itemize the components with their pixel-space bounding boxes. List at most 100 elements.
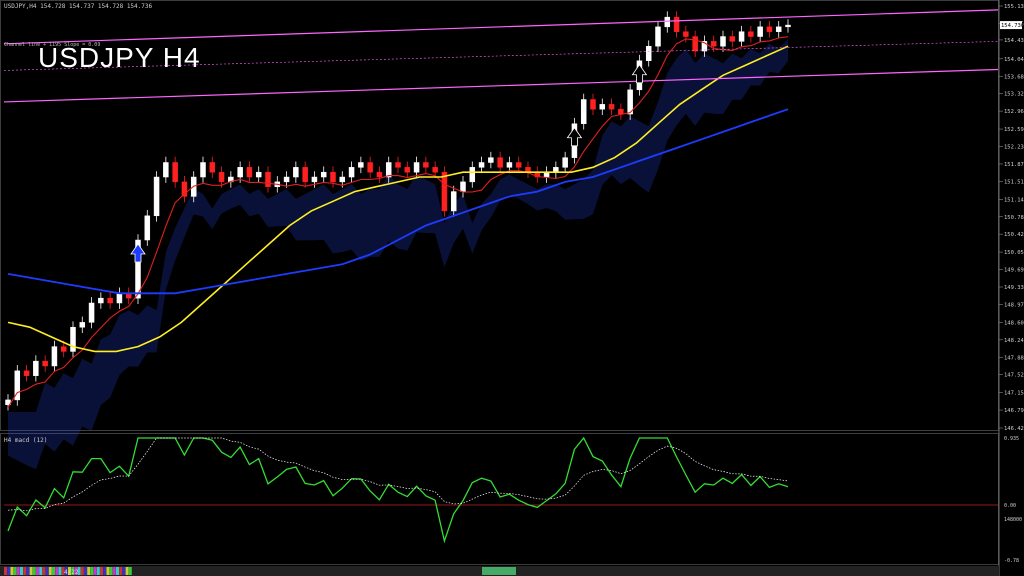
macd-scale-label: -0.78 — [1004, 558, 1019, 564]
candle-body — [293, 167, 299, 178]
macd-pane-border — [0, 433, 999, 565]
candle-body — [664, 16, 671, 28]
session-marker — [13, 567, 17, 575]
symbol-header: USDJPY,H4 154.728 154.737 154.728 154.73… — [4, 3, 153, 10]
session-marker — [10, 567, 14, 575]
session-marker — [87, 567, 91, 575]
candle-body — [283, 176, 290, 183]
macd-scale-label: 0.935 — [1004, 436, 1019, 442]
candle-body — [302, 167, 308, 183]
candle-body — [265, 171, 271, 187]
macd-scale-label: 0.00 — [1004, 503, 1016, 509]
candle-body — [255, 171, 262, 178]
session-marker — [109, 567, 113, 575]
session-marker — [32, 567, 36, 575]
candle-body — [766, 26, 773, 32]
price-tick-label: 150.420 — [1004, 232, 1024, 238]
candle-body — [70, 326, 76, 352]
candle-body — [460, 181, 466, 192]
candle-body — [367, 162, 373, 173]
candle-body — [348, 167, 355, 178]
candle-body — [98, 297, 104, 304]
buy-arrow-icon — [631, 64, 648, 84]
session-marker — [96, 567, 100, 575]
price-tick-label: 150.050 — [1004, 250, 1024, 256]
session-marker — [7, 567, 11, 575]
price-tick-label: 147.150 — [1004, 391, 1024, 397]
price-tick-label: 148.240 — [1004, 338, 1024, 344]
macd-signal-line — [7, 437, 789, 512]
price-tick-label: 151.140 — [1004, 197, 1024, 203]
candle-body — [488, 157, 494, 163]
candle-body — [246, 167, 253, 178]
session-marker — [48, 567, 52, 575]
candle-body — [79, 322, 86, 328]
session-marker — [20, 567, 23, 575]
macd-label: H4 macd (12) — [4, 437, 48, 444]
candle-body — [590, 99, 596, 110]
session-marker — [125, 567, 129, 575]
candle-body — [23, 370, 30, 376]
candle-body — [515, 162, 522, 168]
candle-body — [785, 24, 791, 28]
candle-body — [692, 36, 698, 52]
ichimoku-cloud — [8, 38, 788, 470]
session-marker — [103, 567, 107, 575]
session-marker — [93, 567, 97, 575]
price-tick-label: 149.330 — [1004, 285, 1024, 291]
candle-body — [404, 167, 411, 173]
candle-body — [88, 302, 95, 323]
candle-body — [729, 36, 736, 42]
price-tick-label: 151.870 — [1004, 162, 1024, 168]
session-marker — [45, 567, 49, 575]
session-marker — [29, 567, 33, 575]
candle-body — [330, 171, 336, 183]
candle-body — [423, 162, 429, 168]
price-tick-label: 152.230 — [1004, 145, 1024, 151]
price-tick-label: 147.880 — [1004, 355, 1024, 361]
price-tick-label: 153.320 — [1004, 92, 1024, 98]
candle-body — [775, 26, 782, 32]
candle-body — [413, 162, 420, 173]
candle-body — [200, 162, 206, 178]
session-marker — [84, 567, 87, 575]
session-marker — [112, 567, 116, 575]
session-marker — [122, 567, 126, 575]
candle-body — [748, 31, 754, 37]
session-marker — [116, 567, 119, 575]
time-axis-label: 4/22 — [64, 569, 79, 576]
session-marker — [36, 567, 39, 575]
candle-body — [209, 162, 216, 173]
candle-body — [395, 162, 401, 168]
price-tick-label: 152.960 — [1004, 109, 1024, 115]
candle-body — [60, 346, 67, 352]
session-marker — [80, 567, 84, 575]
buy-arrow-icon — [566, 127, 583, 147]
candle-body — [710, 41, 717, 47]
candle-body — [218, 171, 225, 183]
candle-body — [116, 293, 123, 304]
candle-body — [497, 157, 503, 168]
candle-body — [683, 31, 689, 37]
price-tick-label: 153.680 — [1004, 74, 1024, 80]
price-tick-label: 148.970 — [1004, 302, 1024, 308]
session-marker — [23, 567, 27, 575]
candle-body — [478, 162, 485, 168]
candle-body — [33, 360, 39, 376]
session-marker — [100, 567, 103, 575]
candle-body — [51, 346, 58, 367]
candle-body — [311, 176, 318, 183]
candle-body — [358, 162, 364, 168]
macd-scale-label: 148000 — [1004, 517, 1022, 523]
candle-body — [562, 157, 568, 168]
candle-body — [339, 176, 346, 183]
buy-arrow-icon — [130, 243, 146, 263]
channel-line-lower — [3, 68, 999, 103]
session-marker — [106, 567, 110, 575]
session-marker — [39, 567, 43, 575]
candle-body — [42, 360, 48, 367]
candle-body — [432, 167, 438, 173]
session-marker — [4, 567, 7, 575]
session-marker — [128, 567, 132, 575]
candle-body — [172, 162, 178, 183]
